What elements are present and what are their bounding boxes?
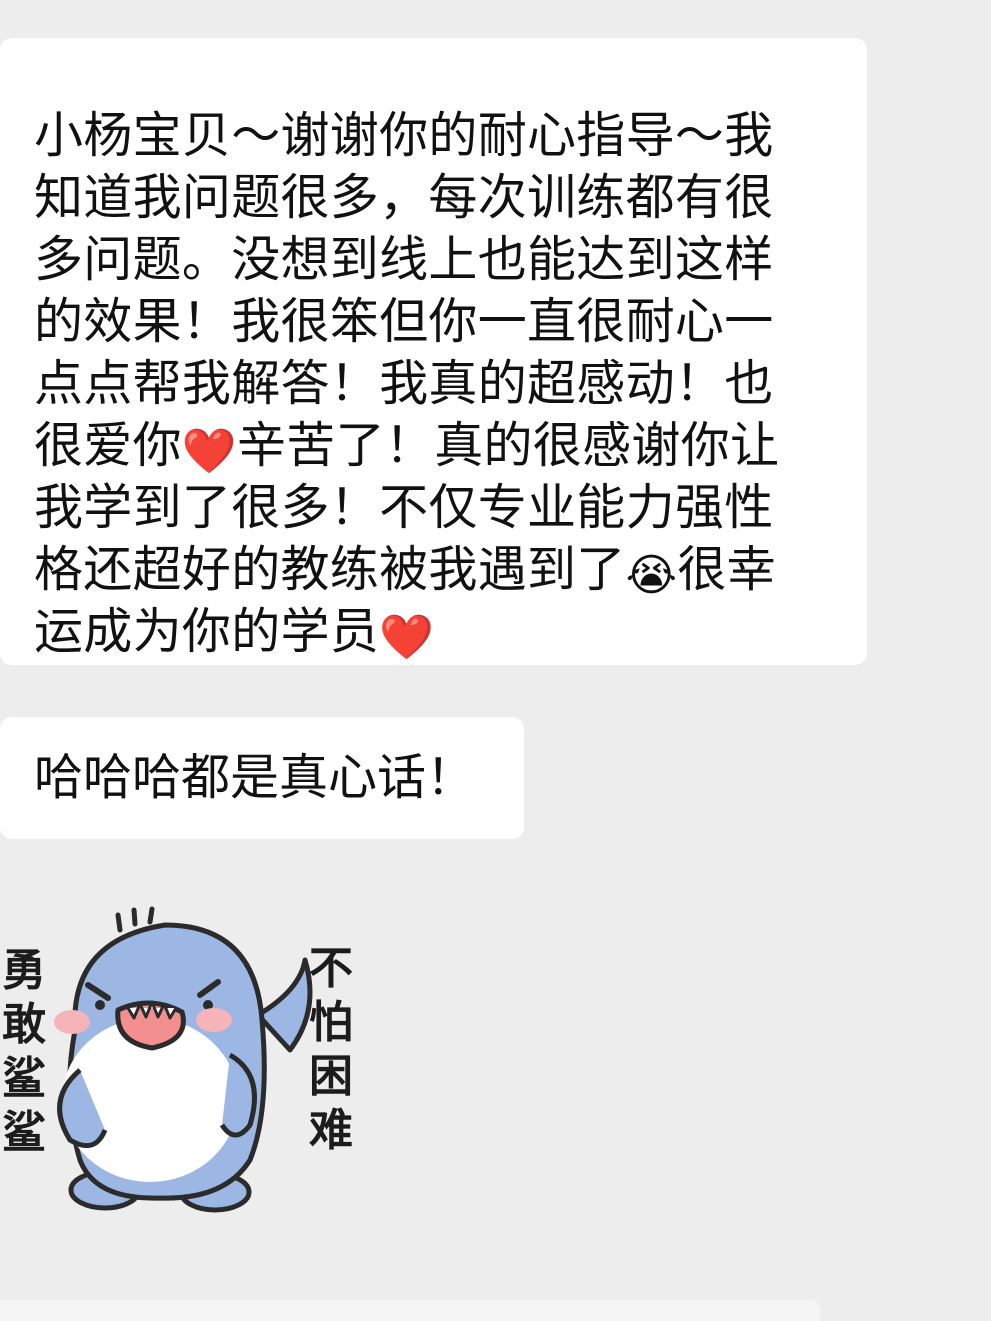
shark-sticker-icon[interactable]: 勇敢鲨鲨 不怕困难 — [0, 900, 370, 1220]
red-heart-icon: ❤️ — [379, 612, 435, 663]
sticker-caption-right: 不怕困难 — [309, 943, 353, 1156]
chat-view: 小杨宝贝～谢谢你的耐心指导～我 知道我问题很多，每次训练都有很 多问题。没想到线… — [0, 0, 991, 1321]
crying-face-icon: 😭 — [625, 550, 678, 601]
message-text: 哈哈哈都是真心话！ — [34, 749, 476, 806]
sticker-caption-left: 勇敢鲨鲨 — [2, 945, 46, 1158]
message-bubble[interactable]: 哈哈哈都是真心话！ — [0, 717, 524, 839]
input-bar-edge — [0, 1300, 820, 1321]
message-bubble[interactable]: 小杨宝贝～谢谢你的耐心指导～我 知道我问题很多，每次训练都有很 多问题。没想到线… — [0, 38, 867, 665]
red-heart-icon: ❤️ — [181, 426, 237, 477]
message-text: 小杨宝贝～谢谢你的耐心指导～我 知道我问题很多，每次训练都有很 多问题。没想到线… — [34, 105, 837, 663]
